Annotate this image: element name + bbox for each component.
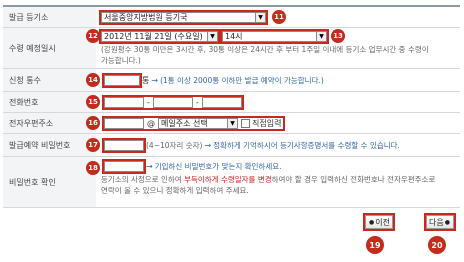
- row-confirm: 비밀번호 확인 → 기입하신 비밀번호가 맞는지 확인하세요. 등기소의 사정으…: [3, 157, 460, 208]
- phone-sep-1: -: [147, 97, 150, 107]
- row-email: 전자우편주소 @ 메일주소 선택 ▼ 직접입력 16: [3, 113, 460, 134]
- court-select[interactable]: 서울중앙지방법원 등기국 ▼: [99, 9, 268, 25]
- court-select-value: 서울중앙지방법원 등기국: [104, 12, 188, 22]
- chevron-down-icon: ▼: [255, 12, 265, 22]
- email-group: @ 메일주소 선택 ▼ 직접입력: [101, 115, 286, 131]
- password-label: 발급예약 비밀번호: [3, 134, 96, 156]
- chevron-down-icon: ▼: [207, 32, 217, 41]
- direct-input-label: 직접입력: [252, 118, 282, 128]
- password-confirm-input[interactable]: [102, 159, 146, 174]
- circle-bullet-icon: ●: [369, 218, 375, 226]
- phone-input-3[interactable]: [201, 96, 242, 108]
- email-label: 전자우편주소: [3, 113, 96, 133]
- badge-19: 19: [366, 236, 384, 254]
- badge-15: 15: [86, 95, 100, 109]
- row-court: 발급 등기소 서울중앙지방법원 등기국 ▼ 11: [3, 7, 460, 28]
- time-select-value: 14시: [225, 32, 243, 41]
- confirm-description: 등기소의 사정으로 인하여 부득이하게 수령일자를 변경하여야 할 경우 입력하…: [101, 174, 441, 196]
- next-button-label: 다음: [429, 217, 444, 227]
- badge-14: 14: [86, 73, 100, 87]
- badge-12: 12: [86, 29, 100, 43]
- count-label: 신청 통수: [3, 69, 96, 91]
- arrow-right-icon: →: [204, 140, 212, 150]
- email-domain-select[interactable]: 메일주소 선택 ▼: [158, 117, 238, 129]
- arrow-right-icon: →: [151, 75, 159, 85]
- password-hint: (4~10자리 숫자): [146, 140, 203, 150]
- prev-button[interactable]: ● 이전: [363, 213, 395, 231]
- email-domain-value: 메일주소 선택: [161, 118, 208, 128]
- email-at: @: [147, 118, 155, 128]
- reservation-form: 발급 등기소 서울중앙지방법원 등기국 ▼ 11 수령 예정일시 2012년 1…: [3, 5, 460, 208]
- badge-20: 20: [428, 236, 446, 254]
- password-input[interactable]: [102, 137, 146, 153]
- count-unit: 통: [142, 75, 150, 85]
- email-id-input[interactable]: [104, 117, 144, 129]
- court-label: 발급 등기소: [3, 7, 96, 27]
- time-select[interactable]: 14시 ▼: [220, 29, 329, 44]
- date-select-value: 2012년 11월 21일 (수요일): [104, 32, 203, 41]
- arrow-right-icon: →: [146, 162, 153, 171]
- phone-group: - -: [102, 94, 244, 110]
- schedule-label: 수령 예정일시: [3, 28, 96, 68]
- chevron-down-icon: ▼: [316, 32, 326, 41]
- confirm-label: 비밀번호 확인: [3, 157, 96, 207]
- phone-label: 전화번호: [3, 92, 96, 112]
- schedule-note: (강원평수 30통 미만은 3시간 후, 30통 이상은 24시간 후 부터 1…: [101, 45, 429, 65]
- password-note: 정확하게 기억하시어 등기사항증명서를 수령할 수 있습니다.: [213, 140, 400, 150]
- direct-input-checkbox[interactable]: [241, 118, 250, 128]
- confirm-desc-a: 등기소의 사정으로 인하여: [101, 175, 185, 184]
- confirm-note: 기입하신 비밀번호가 맞는지 확인하세요.: [154, 162, 282, 171]
- badge-17: 17: [86, 138, 100, 152]
- badge-11: 11: [272, 10, 286, 24]
- chevron-down-icon: ▼: [227, 118, 237, 128]
- row-schedule: 수령 예정일시 2012년 11월 21일 (수요일) ▼ 14시 ▼ (강원평…: [3, 28, 460, 69]
- next-button[interactable]: 다음 ●: [424, 213, 456, 231]
- prev-button-label: 이전: [375, 217, 390, 227]
- circle-bullet-icon: ●: [444, 218, 450, 226]
- count-note: (1통 이상 2000통 이하만 발급 예약이 가능합니다.): [160, 75, 324, 85]
- row-phone: 전화번호 - - 15: [3, 92, 460, 113]
- badge-18: 18: [86, 161, 100, 175]
- date-select[interactable]: 2012년 11월 21일 (수요일) ▼: [99, 29, 220, 44]
- phone-input-2[interactable]: [152, 96, 193, 108]
- phone-input-1[interactable]: [104, 96, 144, 108]
- badge-16: 16: [86, 116, 100, 130]
- count-input[interactable]: [102, 72, 142, 88]
- badge-13: 13: [331, 29, 345, 43]
- confirm-desc-emphasis: 부득이하게 수령일자를 변경: [184, 175, 272, 184]
- phone-sep-2: -: [195, 97, 199, 107]
- row-count: 신청 통수 통 → (1통 이상 2000통 이하만 발급 예약이 가능합니다.…: [3, 69, 460, 92]
- row-password: 발급예약 비밀번호 (4~10자리 숫자) → 정확하게 기억하시어 등기사항증…: [3, 134, 460, 157]
